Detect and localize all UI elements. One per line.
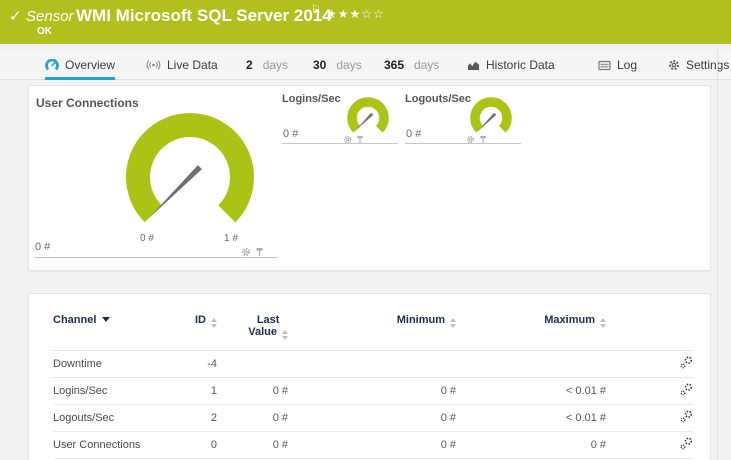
channel-settings-gears-icon[interactable]	[606, 377, 693, 405]
priority-stars[interactable]: ★★★☆☆	[326, 7, 385, 21]
sensor-title: WMI Microsoft SQL Server 2014	[76, 6, 332, 25]
channel-maximum: < 0.01 #	[456, 404, 606, 432]
table-row-logins-sec: Logins/Sec 1 0 # 0 # < 0.01 #	[53, 377, 693, 405]
tab-day-count: 365	[384, 58, 405, 72]
channel-name[interactable]: Downtime	[53, 350, 163, 378]
overview-gauges-panel: User Connections 0 # 1 # 0 # Logins/Sec …	[28, 85, 711, 271]
channel-last-value: 0 #	[217, 404, 288, 432]
channel-maximum	[456, 350, 606, 378]
channel-name[interactable]: Logouts/Sec	[53, 404, 163, 432]
tab-2-days[interactable]: 2 days	[246, 50, 288, 80]
tab-label: Live Data	[167, 58, 218, 72]
channel-id: 0	[163, 431, 217, 459]
tab-historic-data[interactable]: Historic Data	[467, 50, 555, 80]
table-header-row: Channel ID Last Value Minimum Maximum	[53, 302, 693, 351]
tab-day-count: 2	[246, 58, 253, 72]
tab-label: Historic Data	[486, 58, 555, 72]
gauge-cell-user-connections: User Connections 0 # 1 # 0 #	[34, 91, 278, 258]
channels-table: Channel ID Last Value Minimum Maximum Do…	[53, 302, 693, 459]
channel-id: 2	[163, 404, 217, 432]
tab-label: Overview	[65, 58, 116, 72]
channel-minimum: 0 #	[288, 431, 456, 459]
header-last-value[interactable]: Last Value	[217, 302, 288, 351]
gauge-current-value: 0 #	[406, 128, 422, 140]
channel-maximum: 0 #	[456, 431, 606, 459]
tab-bar: Overview Live Data 2 days 30 days 365 da…	[0, 50, 731, 80]
channel-minimum: 0 #	[288, 404, 456, 432]
gauge-settings-gear-icon[interactable]	[466, 131, 475, 149]
gauge-settings-gear-icon[interactable]	[343, 131, 352, 149]
gauge-current-value: 0 #	[283, 128, 299, 140]
gauge-settings-gear-icon[interactable]	[241, 244, 251, 262]
live-broadcast-icon	[146, 59, 161, 71]
area-chart-icon	[467, 60, 480, 71]
tab-label: Log	[617, 58, 638, 72]
tab-day-count: 30	[313, 58, 327, 72]
sort-icon	[282, 330, 288, 340]
gauge-title: Logouts/Sec	[405, 93, 472, 105]
sort-desc-icon	[102, 317, 111, 322]
gauge-scale-min: 0 #	[140, 233, 154, 244]
gauge-current-value: 0 #	[35, 241, 51, 253]
channel-last-value	[217, 350, 288, 378]
header-id[interactable]: ID	[163, 302, 217, 351]
sort-icon	[211, 318, 217, 328]
header-channel[interactable]: Channel	[53, 302, 163, 351]
channel-id: -4	[163, 350, 217, 378]
tab-30-days[interactable]: 30 days	[313, 50, 362, 80]
gauge-needle	[147, 165, 202, 220]
table-row-downtime: Downtime -4	[53, 350, 693, 378]
gauge-cell-logouts-sec: Logouts/Sec 0 #	[405, 91, 521, 144]
tab-log[interactable]: Log	[598, 50, 637, 80]
gauge-scale-max: 1 #	[224, 233, 238, 244]
table-row-user-connections: User Connections 0 0 # 0 # 0 #	[53, 431, 693, 459]
tab-day-unit: days	[336, 58, 362, 72]
table-row-logouts-sec: Logouts/Sec 2 0 # 0 # < 0.01 #	[53, 404, 693, 432]
header-minimum[interactable]: Minimum	[288, 302, 456, 351]
tab-365-days[interactable]: 365 days	[384, 50, 439, 80]
channel-settings-gears-icon[interactable]	[606, 431, 693, 459]
tab-day-unit: days	[262, 58, 289, 72]
channel-maximum: < 0.01 #	[456, 377, 606, 405]
gauge-icon	[45, 58, 59, 72]
sensor-status-text: OK	[37, 26, 52, 37]
log-list-icon	[598, 60, 611, 71]
content-right-divider	[717, 50, 718, 460]
tab-day-unit: days	[414, 58, 440, 72]
gauge-pin-icon[interactable]	[356, 131, 364, 149]
channel-name[interactable]: Logins/Sec	[53, 377, 163, 405]
status-ok-check-icon: ✓	[9, 8, 22, 25]
gauge-pin-icon[interactable]	[479, 131, 487, 149]
gauge-title: Logins/Sec	[282, 93, 341, 105]
sensor-type-label: Sensor	[26, 8, 74, 25]
channel-settings-gears-icon[interactable]	[606, 350, 693, 378]
sensor-status-bar: ✓ Sensor WMI Microsoft SQL Server 2014 ⚐…	[0, 0, 731, 44]
channel-last-value: 0 #	[217, 431, 288, 459]
gauge-pin-icon[interactable]	[255, 244, 264, 262]
channel-last-value: 0 #	[217, 377, 288, 405]
sort-icon	[600, 318, 606, 328]
channel-settings-gears-icon[interactable]	[606, 404, 693, 432]
gear-icon	[668, 59, 680, 71]
tab-label: Settings	[686, 58, 730, 72]
tab-overview[interactable]: Overview	[45, 50, 116, 80]
flag-icon[interactable]: ⚐	[311, 4, 320, 15]
sort-icon	[450, 318, 456, 328]
header-actions	[606, 302, 693, 351]
header-maximum[interactable]: Maximum	[456, 302, 606, 351]
channel-minimum: 0 #	[288, 377, 456, 405]
channel-minimum	[288, 350, 456, 378]
active-tab-underline	[45, 77, 116, 80]
tab-settings[interactable]: Settings	[668, 50, 729, 80]
channel-id: 1	[163, 377, 217, 405]
tab-live-data[interactable]: Live Data	[146, 50, 218, 80]
channels-table-panel: Channel ID Last Value Minimum Maximum Do…	[28, 293, 711, 460]
channel-name[interactable]: User Connections	[53, 431, 163, 459]
gauge-cell-logins-sec: Logins/Sec 0 #	[282, 91, 398, 144]
